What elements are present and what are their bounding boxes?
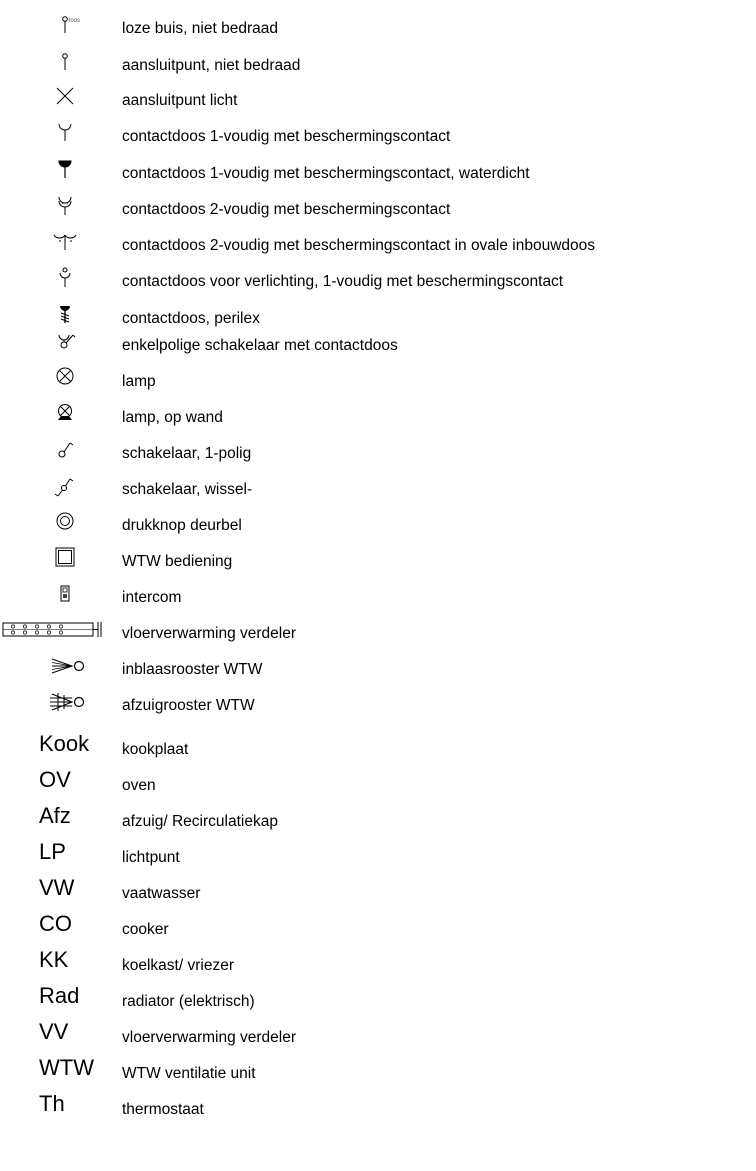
schakelaar-wissel-icon bbox=[54, 478, 74, 497]
legend-row: schakelaar, wissel- bbox=[0, 474, 756, 504]
contactdoos-waterdicht-icon bbox=[58, 160, 72, 178]
contactdoos-verlichting-icon bbox=[59, 267, 71, 287]
legend-row: WTW WTW ventilatie unit bbox=[0, 1055, 756, 1085]
legend-row: Th thermostaat bbox=[0, 1091, 756, 1121]
legend-label: oven bbox=[122, 777, 156, 794]
legend-label: enkelpolige schakelaar met contactdoos bbox=[122, 337, 398, 354]
legend-row: LP lichtpunt bbox=[0, 839, 756, 869]
legend-label: lamp bbox=[122, 373, 156, 390]
abbreviation: OV bbox=[39, 767, 71, 792]
legend-row: CO cooker bbox=[0, 911, 756, 941]
legend-row: afzuigrooster WTW bbox=[0, 690, 756, 720]
abbreviation: Th bbox=[39, 1091, 65, 1116]
abbreviation: Kook bbox=[39, 731, 90, 756]
aansluitpunt-icon bbox=[62, 53, 68, 70]
lamp-wand-icon bbox=[58, 404, 72, 420]
legend-label: contactdoos, perilex bbox=[122, 310, 260, 327]
legend-row: enkelpolige schakelaar met contactdoos bbox=[0, 330, 756, 360]
legend-label: cooker bbox=[122, 921, 169, 938]
legend-label: vloerverwarming verdeler bbox=[122, 625, 297, 642]
legend-row: VV vloerverwarming verdeler bbox=[0, 1019, 756, 1049]
legend-label: drukknop deurbel bbox=[122, 517, 242, 534]
legend-label: afzuig/ Recirculatiekap bbox=[122, 813, 278, 830]
legend-row: schakelaar, 1-polig bbox=[0, 438, 756, 468]
legend-label: WTW ventilatie unit bbox=[122, 1065, 256, 1082]
legend-row: intercom bbox=[0, 582, 756, 612]
legend-row: contactdoos 1-voudig met beschermingscon… bbox=[0, 158, 756, 188]
abbreviation: KK bbox=[39, 947, 69, 972]
legend-label: vloerverwarming verdeler bbox=[122, 1029, 297, 1046]
legend-row: inblaasrooster WTW bbox=[0, 654, 756, 684]
abbreviation: Rad bbox=[39, 983, 80, 1008]
legend-row: Rad radiator (elektrisch) bbox=[0, 983, 756, 1013]
intercom-icon bbox=[60, 585, 70, 602]
legend-row: lamp bbox=[0, 366, 756, 396]
legend-label: thermostaat bbox=[122, 1101, 204, 1118]
wtw-bediening-icon bbox=[55, 547, 75, 567]
legend-label: kookplaat bbox=[122, 741, 189, 758]
inblaasrooster-icon bbox=[51, 658, 85, 674]
legend-row: contactdoos, perilex bbox=[0, 303, 756, 333]
afzuigrooster-icon bbox=[50, 693, 85, 711]
legend-row: WTW bediening bbox=[0, 546, 756, 576]
legend-label: inblaasrooster WTW bbox=[122, 661, 263, 678]
legend-row: aansluitpunt licht bbox=[0, 85, 756, 115]
legend-row: aansluitpunt, niet bedraad bbox=[0, 50, 756, 80]
loze-buis-icon: loos bbox=[62, 16, 80, 33]
legend-label: koelkast/ vriezer bbox=[122, 957, 234, 974]
loos-tag: loos bbox=[69, 18, 80, 24]
legend-row: vloerverwarming verdeler bbox=[0, 618, 756, 648]
legend-row: loos loze buis, niet bedraad bbox=[0, 13, 756, 43]
legend-label: schakelaar, wissel- bbox=[122, 481, 253, 498]
legend-row: OV oven bbox=[0, 767, 756, 797]
legend-row: contactdoos 1-voudig met beschermingscon… bbox=[0, 121, 756, 151]
legend-row: VW vaatwasser bbox=[0, 875, 756, 905]
abbreviation: VW bbox=[39, 875, 75, 900]
abbreviation: WTW bbox=[39, 1055, 94, 1080]
legend-row: Afz afzuig/ Recirculatiekap bbox=[0, 803, 756, 833]
legend-label: loze buis, niet bedraad bbox=[122, 20, 278, 37]
legend-row: contactdoos voor verlichting, 1-voudig m… bbox=[0, 266, 756, 296]
abbreviation: Afz bbox=[39, 803, 71, 828]
legend-row: Kook kookplaat bbox=[0, 731, 756, 761]
legend-row: contactdoos 2-voudig met beschermingscon… bbox=[0, 230, 756, 260]
legend-row: contactdoos 2-voudig met beschermingscon… bbox=[0, 194, 756, 224]
legend-label: contactdoos 2-voudig met beschermingscon… bbox=[122, 201, 451, 218]
schakelaar-contactdoos-icon bbox=[58, 334, 76, 349]
legend-label: WTW bediening bbox=[122, 553, 233, 570]
vloerverwarming-verdeler-icon bbox=[2, 622, 102, 637]
legend-row: lamp, op wand bbox=[0, 402, 756, 432]
abbreviation: VV bbox=[39, 1019, 69, 1044]
legend-label: lamp, op wand bbox=[122, 409, 223, 426]
legend-label: afzuigrooster WTW bbox=[122, 697, 255, 714]
contactdoos-1-icon bbox=[58, 123, 72, 141]
contactdoos-2-ovaal-icon bbox=[53, 234, 77, 250]
legend-label: aansluitpunt, niet bedraad bbox=[122, 57, 301, 74]
abbreviation: CO bbox=[39, 911, 72, 936]
lamp-icon bbox=[56, 367, 74, 385]
abbreviation: LP bbox=[39, 839, 66, 864]
legend-label: contactdoos voor verlichting, 1-voudig m… bbox=[122, 273, 564, 290]
perilex-icon bbox=[60, 306, 70, 323]
legend-label: contactdoos 1-voudig met beschermingscon… bbox=[122, 165, 530, 182]
legend-row: drukknop deurbel bbox=[0, 510, 756, 540]
legend-label: lichtpunt bbox=[122, 849, 180, 866]
legend-label: intercom bbox=[122, 589, 182, 606]
legend-label: contactdoos 2-voudig met beschermingscon… bbox=[122, 237, 596, 254]
legend-label: contactdoos 1-voudig met beschermingscon… bbox=[122, 128, 451, 145]
legend-label: schakelaar, 1-polig bbox=[122, 445, 252, 462]
drukknop-deurbel-icon bbox=[56, 512, 74, 530]
contactdoos-2-icon bbox=[58, 196, 72, 215]
legend-label: radiator (elektrisch) bbox=[122, 993, 255, 1010]
aansluitpunt-licht-icon bbox=[56, 87, 74, 105]
schakelaar-1-polig-icon bbox=[58, 442, 74, 458]
legend-row: KK koelkast/ vriezer bbox=[0, 947, 756, 977]
legend-label: aansluitpunt licht bbox=[122, 92, 238, 109]
legend-label: vaatwasser bbox=[122, 885, 201, 902]
